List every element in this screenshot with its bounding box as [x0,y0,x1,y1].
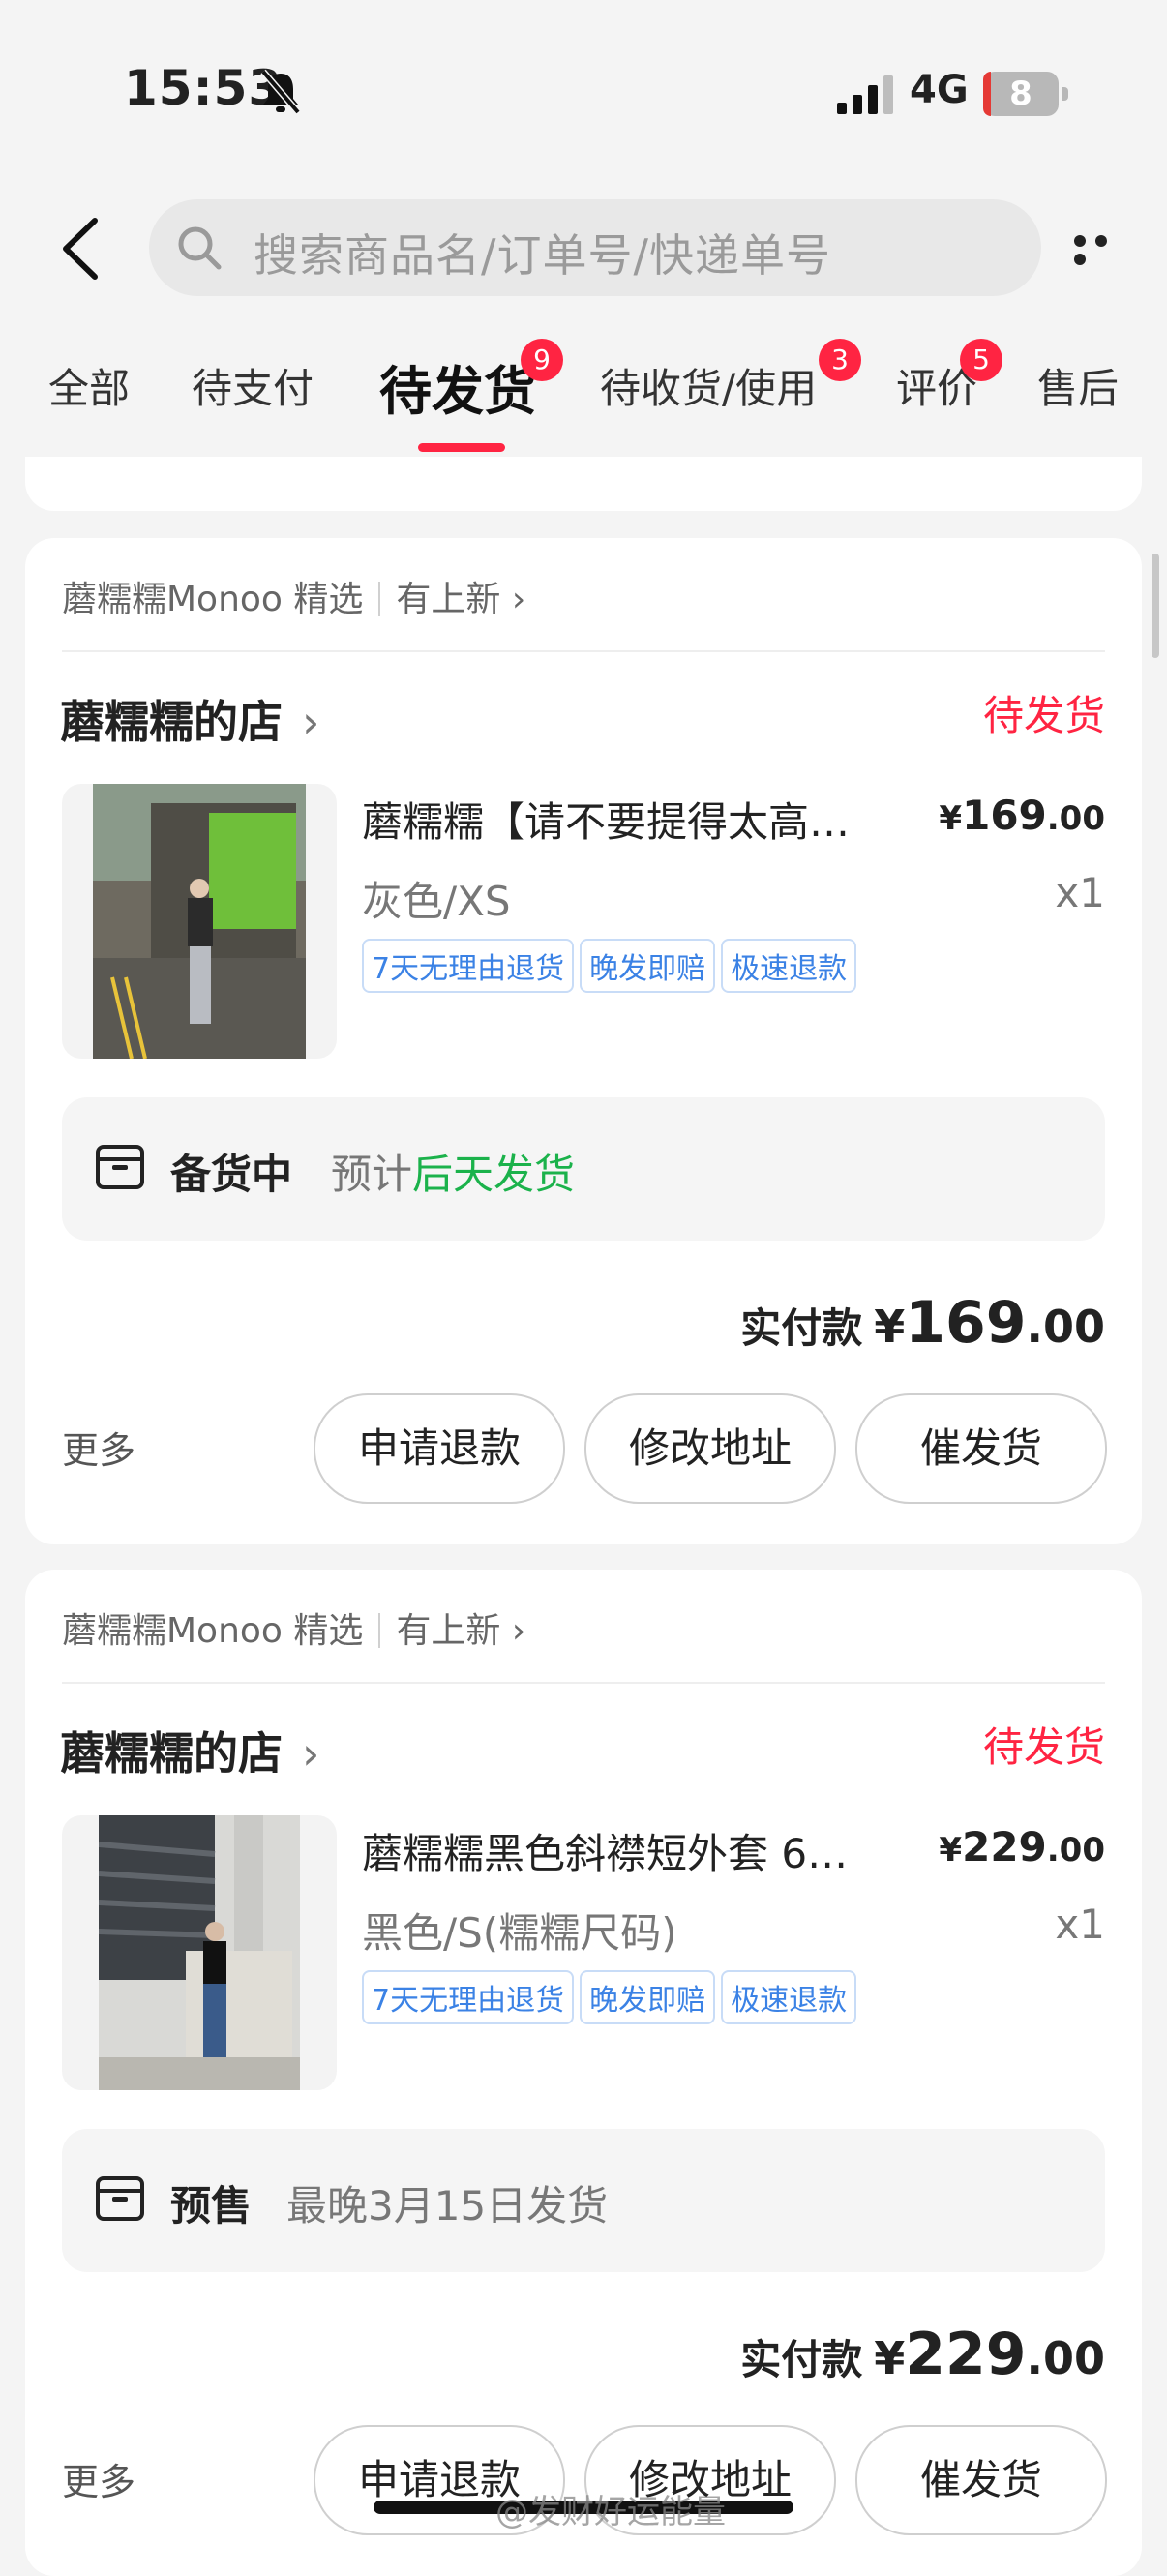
order-status: 待发货 [982,692,1105,739]
divider [62,1682,1105,1684]
order-status: 待发货 [982,1723,1105,1771]
tag-fast-refund: 极速退款 [721,939,857,993]
order-tabs: 全部 待支付 待发货 9 待收货/使用 3 评价 5 售后 [0,329,1167,455]
previous-order-card [25,457,1142,511]
order-card: 蘑糯糯Monoo 精选 有上新 › 蘑糯糯的店 › 待发货 蘑糯糯【请不要提得太高…… [25,538,1142,1544]
source-name: 蘑糯糯Monoo 精选 [62,1611,364,1651]
tab-badge-pending-shipment: 9 [521,339,563,381]
chevron-right-icon: › [500,1611,526,1651]
tab-pending-payment[interactable]: 待支付 [192,356,314,415]
ship-note: 预计 [331,1151,413,1198]
shop-name-link[interactable]: 蘑糯糯的店 › [60,687,319,751]
shop-name: 蘑糯糯的店 [60,1727,283,1780]
battery-level [983,72,991,116]
watermark: @发财好运能量 [495,2493,726,2531]
tab-pending-receipt[interactable]: 待收货/使用 [600,356,817,415]
package-icon [96,2176,144,2221]
more-options-icon[interactable] [1074,232,1136,265]
paid-amount: 实付款 ¥229.00 [740,2321,1105,2388]
active-tab-underline [418,443,505,452]
unit-price: ¥229.00 [939,1823,1105,1871]
shipping-status-box[interactable]: 预售 最晚3月15日发货 [62,2129,1105,2272]
urge-shipment-button[interactable]: 催发货 [855,1393,1107,1504]
product-image[interactable] [62,784,337,1059]
tag-late-compensation: 晚发即赔 [580,939,716,993]
search-placeholder: 搜索商品名/订单号/快递单号 [254,229,831,282]
chevron-right-icon: › [302,696,320,748]
source-line[interactable]: 蘑糯糯Monoo 精选 有上新 › [62,571,525,621]
ship-eta: 后天发货 [412,1151,576,1198]
shop-name-link[interactable]: 蘑糯糯的店 › [60,1719,319,1782]
urge-shipment-button[interactable]: 催发货 [855,2425,1107,2535]
chevron-right-icon: › [500,580,526,619]
order-card: 蘑糯糯Monoo 精选 有上新 › 蘑糯糯的店 › 待发货 蘑糯糯黑色斜襟短外套 6… [25,1570,1142,2576]
source-line[interactable]: 蘑糯糯Monoo 精选 有上新 › [62,1603,525,1653]
product-spec: 黑色/S(糯糯尺码) [362,1909,677,1957]
change-address-button[interactable]: 修改地址 [584,1393,836,1504]
product-title[interactable]: 蘑糯糯黑色斜襟短外套 6… [362,1821,904,1880]
tab-pending-shipment[interactable]: 待发货 [379,348,536,425]
shipping-status-box[interactable]: 备货中 预计 后天发货 [62,1097,1105,1241]
product-photo-street [93,784,306,1059]
bell-muted-icon [260,69,301,115]
battery-indicator: 8 [983,72,1068,116]
chevron-right-icon: › [302,1727,320,1780]
service-tags: 7天无理由退货 晚发即赔 极速退款 [362,939,862,993]
more-link[interactable]: 更多 [62,2452,135,2505]
shop-name: 蘑糯糯的店 [60,696,283,748]
tab-after-sales[interactable]: 售后 [1037,356,1119,415]
product-title[interactable]: 蘑糯糯【请不要提得太高… [362,790,904,849]
tag-7day-return: 7天无理由退货 [362,1970,575,2024]
tab-badge-review: 5 [960,339,1002,381]
more-link[interactable]: 更多 [62,1421,135,1474]
back-arrow-icon[interactable] [58,217,106,281]
source-link: 有上新 [396,1611,501,1651]
status-bar: 15:53 4G 8 [0,0,1167,184]
tab-badge-pending-receipt: 3 [819,339,861,381]
unit-price: ¥169.00 [939,792,1105,839]
battery-text: 8 [1009,75,1032,113]
product-image[interactable] [62,1815,337,2090]
refund-button[interactable]: 申请退款 [314,1393,565,1504]
tab-all[interactable]: 全部 [48,356,130,415]
paid-amount: 实付款 ¥169.00 [740,1289,1105,1357]
source-name: 蘑糯糯Monoo 精选 [62,580,364,619]
package-icon [96,1145,144,1189]
ship-note: 最晚3月15日发货 [286,2182,609,2230]
signal-icon [837,75,893,114]
tag-late-compensation: 晚发即赔 [580,1970,716,2024]
scrollbar[interactable] [1152,554,1159,658]
battery-nub [1062,87,1068,101]
divider [62,650,1105,652]
tag-7day-return: 7天无理由退货 [362,939,575,993]
product-spec: 灰色/XS [362,878,511,925]
product-photo-building [99,1815,300,2090]
ship-status: 预售 [170,2182,253,2230]
product-qty: x1 [1055,1901,1105,1948]
network-label: 4G [910,68,969,112]
search-bar[interactable]: 搜索商品名/订单号/快递单号 [149,199,1041,296]
source-link: 有上新 [396,580,501,619]
search-icon [178,226,222,270]
service-tags: 7天无理由退货 晚发即赔 极速退款 [362,1970,862,2024]
product-qty: x1 [1055,869,1105,916]
ship-status: 备货中 [170,1151,293,1198]
tag-fast-refund: 极速退款 [721,1970,857,2024]
